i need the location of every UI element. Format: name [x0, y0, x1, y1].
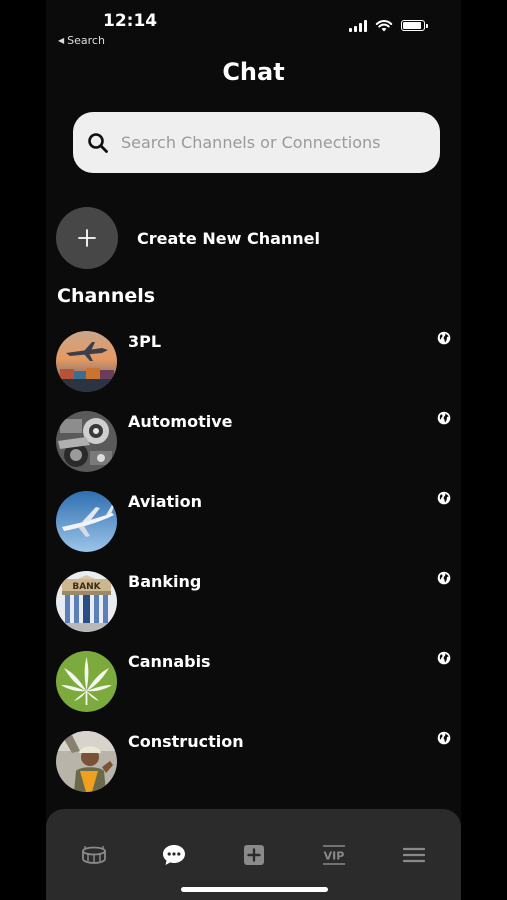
- channel-item-automotive[interactable]: Automotive: [56, 411, 456, 477]
- channels-heading: Channels: [57, 285, 156, 307]
- channel-item-construction[interactable]: Construction: [56, 731, 456, 797]
- stadium-icon: [82, 846, 106, 864]
- globe-icon: [437, 731, 451, 745]
- chat-screen: 12:14 ◀ Search Chat Create Ne: [46, 0, 461, 900]
- search-bar[interactable]: [73, 112, 440, 173]
- channel-name: Cannabis: [128, 652, 211, 671]
- channel-item-banking[interactable]: BANK Banking: [56, 571, 456, 637]
- globe-icon: [437, 571, 451, 585]
- back-to-search-link[interactable]: ◀ Search: [58, 34, 105, 47]
- channel-avatar: [56, 491, 117, 552]
- channel-avatar: [56, 731, 117, 792]
- cellular-signal-icon: [349, 19, 367, 32]
- channel-item-cannabis[interactable]: Cannabis: [56, 651, 456, 717]
- tab-chat[interactable]: [159, 842, 189, 868]
- channel-avatar: [56, 411, 117, 472]
- plus-icon: [78, 229, 96, 247]
- back-triangle-icon: ◀: [58, 36, 65, 45]
- channel-item-aviation[interactable]: Aviation: [56, 491, 456, 557]
- bottom-tab-bar: VIP: [46, 809, 461, 900]
- tab-vip[interactable]: VIP: [319, 842, 349, 868]
- back-label: Search: [67, 34, 105, 47]
- channel-name: Construction: [128, 732, 244, 751]
- status-icons: [349, 19, 428, 32]
- create-channel-label[interactable]: Create New Channel: [137, 229, 320, 248]
- channel-name: Automotive: [128, 412, 233, 431]
- tab-create[interactable]: [239, 842, 269, 868]
- globe-icon: [437, 331, 451, 345]
- channel-name: Banking: [128, 572, 202, 591]
- channel-name: Aviation: [128, 492, 203, 511]
- globe-icon: [437, 491, 451, 505]
- battery-icon: [401, 20, 428, 31]
- page-title: Chat: [222, 58, 285, 86]
- vip-icon: VIP: [323, 845, 345, 865]
- wifi-icon: [375, 20, 393, 32]
- channel-avatar: [56, 651, 117, 712]
- channel-avatar: BANK: [56, 571, 117, 632]
- home-indicator: [181, 887, 328, 892]
- tab-stadium[interactable]: [79, 842, 109, 868]
- status-time: 12:14: [103, 11, 158, 31]
- vip-label: VIP: [324, 850, 345, 863]
- chat-bubble-icon: [163, 845, 185, 865]
- channel-item-3pl[interactable]: 3PL: [56, 331, 456, 397]
- channel-name: 3PL: [128, 332, 162, 351]
- create-channel-button[interactable]: [56, 207, 118, 269]
- svg-text:BANK: BANK: [72, 582, 101, 592]
- search-icon: [88, 132, 108, 153]
- search-input[interactable]: [119, 132, 423, 153]
- menu-icon: [403, 847, 425, 863]
- globe-icon: [437, 411, 451, 425]
- create-new-channel-row[interactable]: Create New Channel: [56, 207, 320, 269]
- channel-avatar: [56, 331, 117, 392]
- plus-square-icon: [244, 845, 264, 865]
- globe-icon: [437, 651, 451, 665]
- tab-menu[interactable]: [399, 842, 429, 868]
